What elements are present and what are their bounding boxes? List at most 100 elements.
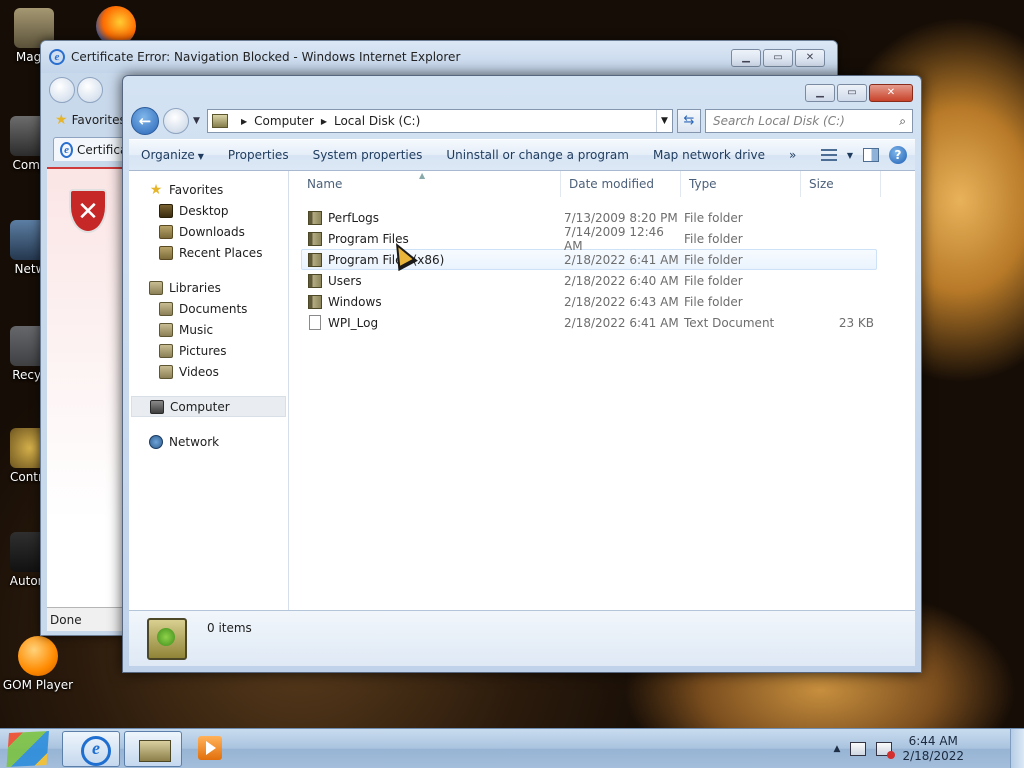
nav-item-videos[interactable]: Videos [129, 361, 288, 382]
breadcrumb-arrow-icon[interactable]: ▶ [241, 117, 247, 126]
start-button[interactable] [6, 731, 49, 767]
nav-item-label: Desktop [179, 203, 229, 218]
ie-back-button[interactable] [49, 77, 75, 103]
folder-icon [308, 231, 322, 246]
desktop-icon-gom-player[interactable]: GOM Player [0, 636, 76, 692]
file-date: 2/18/2022 6:43 AM [564, 294, 679, 309]
volume-muted-icon[interactable] [876, 742, 896, 759]
column-headers: ▲ Name Date modified Type Size [289, 170, 915, 197]
address-dropdown-icon[interactable]: ▼ [656, 110, 672, 132]
column-header-type[interactable]: Type [681, 170, 801, 197]
column-header-name[interactable]: ▲ Name [289, 170, 561, 197]
breadcrumb-computer[interactable]: Computer [254, 114, 314, 128]
nav-item-label: Network [169, 434, 220, 449]
text-document-icon [309, 315, 321, 330]
nav-item-label: Recent Places [179, 245, 263, 260]
nav-item-music[interactable]: Music [129, 319, 288, 340]
breadcrumb-local-disk[interactable]: Local Disk (C:) [334, 114, 420, 128]
maximize-button[interactable]: ▭ [763, 49, 793, 67]
file-type: File folder [684, 210, 743, 225]
minimize-button[interactable]: ▁ [731, 49, 761, 67]
search-icon[interactable]: ⌕ [899, 114, 906, 129]
column-header-size[interactable]: Size [801, 170, 881, 197]
chevron-down-icon[interactable]: ▼ [847, 151, 853, 160]
organize-label: Organize [141, 148, 195, 162]
nav-item-downloads[interactable]: Downloads [129, 221, 288, 242]
nav-item-network[interactable]: Network [129, 431, 288, 452]
file-list: PerfLogs 7/13/2009 8:20 PM File folder P… [289, 197, 915, 333]
map-network-drive-button[interactable]: Map network drive [641, 148, 777, 162]
network-icon [149, 434, 163, 449]
nav-item-pictures[interactable]: Pictures [129, 340, 288, 361]
music-icon [159, 322, 173, 337]
uninstall-program-button[interactable]: Uninstall or change a program [434, 148, 641, 162]
show-hidden-icons-icon[interactable]: ▲ [834, 744, 841, 754]
refresh-button[interactable]: ⇆ [677, 109, 701, 133]
drive-large-icon [147, 617, 187, 660]
security-shield-icon: ✕ [69, 189, 107, 233]
ie-tab[interactable]: e Certificat [53, 137, 133, 161]
column-header-date-modified[interactable]: Date modified [561, 170, 681, 197]
nav-item-documents[interactable]: Documents [129, 298, 288, 319]
ie-favorites-button[interactable]: Favorites [72, 113, 126, 127]
change-view-icon[interactable] [820, 149, 837, 161]
file-list-pane: ▲ Name Date modified Type Size PerfLogs … [289, 170, 915, 614]
nav-item-label: Libraries [169, 280, 221, 295]
favorites-star-icon: ★ [55, 112, 68, 128]
nav-item-libraries[interactable]: Libraries [129, 277, 288, 298]
help-icon[interactable]: ? [889, 146, 907, 164]
breadcrumb-arrow-icon[interactable]: ▶ [321, 117, 327, 126]
nav-item-computer[interactable]: Computer [131, 396, 286, 417]
ie-tab-icon: e [60, 141, 74, 158]
forward-button[interactable] [163, 108, 189, 134]
libraries-icon [149, 280, 163, 295]
documents-icon [159, 301, 173, 316]
file-name: Program Files (x86) [328, 252, 445, 267]
item-count: 0 items [207, 621, 252, 635]
gom-player-icon [18, 636, 58, 676]
recent-places-icon [159, 245, 173, 260]
nav-item-desktop[interactable]: Desktop [129, 200, 288, 221]
search-input[interactable]: Search Local Disk (C:) ⌕ [705, 109, 913, 133]
file-size: 23 KB [838, 315, 874, 330]
details-pane: 0 items [129, 610, 915, 666]
more-commands-button[interactable]: » [777, 148, 808, 162]
close-button[interactable]: ✕ [795, 49, 825, 67]
address-bar[interactable]: ▶ Computer ▶ Local Disk (C:) ▼ [207, 109, 673, 133]
explorer-window[interactable]: ▁ ▭ ✕ ← ▼ ▶ Computer ▶ Local Disk (C:) ▼… [122, 75, 922, 673]
minimize-button[interactable]: ▁ [805, 84, 835, 102]
maximize-button[interactable]: ▭ [837, 84, 867, 102]
nav-item-label: Downloads [179, 224, 245, 239]
file-row[interactable]: Users 2/18/2022 6:40 AM File folder [301, 270, 877, 291]
back-button[interactable]: ← [131, 107, 159, 135]
nav-group-computer: Computer [129, 396, 288, 417]
ie-titlebar[interactable]: e Certificate Error: Navigation Blocked … [41, 41, 837, 73]
taskbar-internet-explorer-button[interactable] [62, 731, 120, 767]
explorer-caption-buttons: ▁ ▭ ✕ [805, 84, 913, 102]
nav-item-recent-places[interactable]: Recent Places [129, 242, 288, 263]
close-button[interactable]: ✕ [869, 84, 913, 102]
system-properties-button[interactable]: System properties [301, 148, 435, 162]
show-desktop-button[interactable] [1010, 729, 1024, 768]
ie-forward-button[interactable] [77, 77, 103, 103]
nav-item-favorites[interactable]: ★ Favorites [129, 179, 288, 200]
taskbar-media-player-button[interactable] [198, 736, 222, 760]
address-row: ← ▼ ▶ Computer ▶ Local Disk (C:) ▼ ⇆ Sea… [131, 107, 913, 135]
organize-button[interactable]: Organize ▼ [129, 148, 216, 162]
network-status-icon[interactable] [850, 742, 867, 756]
recent-pages-button[interactable]: ▼ [193, 116, 203, 126]
taskbar-explorer-button[interactable] [124, 731, 182, 767]
clock[interactable]: 6:44 AM 2/18/2022 [902, 734, 964, 764]
clock-date: 2/18/2022 [902, 749, 964, 763]
ie-caption-buttons: ▁ ▭ ✕ [731, 49, 825, 67]
properties-button[interactable]: Properties [216, 148, 301, 162]
preview-pane-icon[interactable] [863, 148, 879, 162]
file-name: PerfLogs [328, 210, 380, 225]
file-row[interactable]: Program Files 7/14/2009 12:46 AM File fo… [301, 225, 877, 253]
explorer-body: ★ Favorites Desktop Downloads Recent Pla… [129, 170, 915, 614]
file-row[interactable]: WPI_Log 2/18/2022 6:41 AM Text Document … [301, 312, 877, 333]
file-row[interactable]: Windows 2/18/2022 6:43 AM File folder [301, 291, 877, 312]
pictures-icon [159, 343, 173, 358]
desktop-icon [159, 203, 173, 218]
file-row[interactable]: Program Files (x86) 2/18/2022 6:41 AM Fi… [301, 249, 877, 270]
